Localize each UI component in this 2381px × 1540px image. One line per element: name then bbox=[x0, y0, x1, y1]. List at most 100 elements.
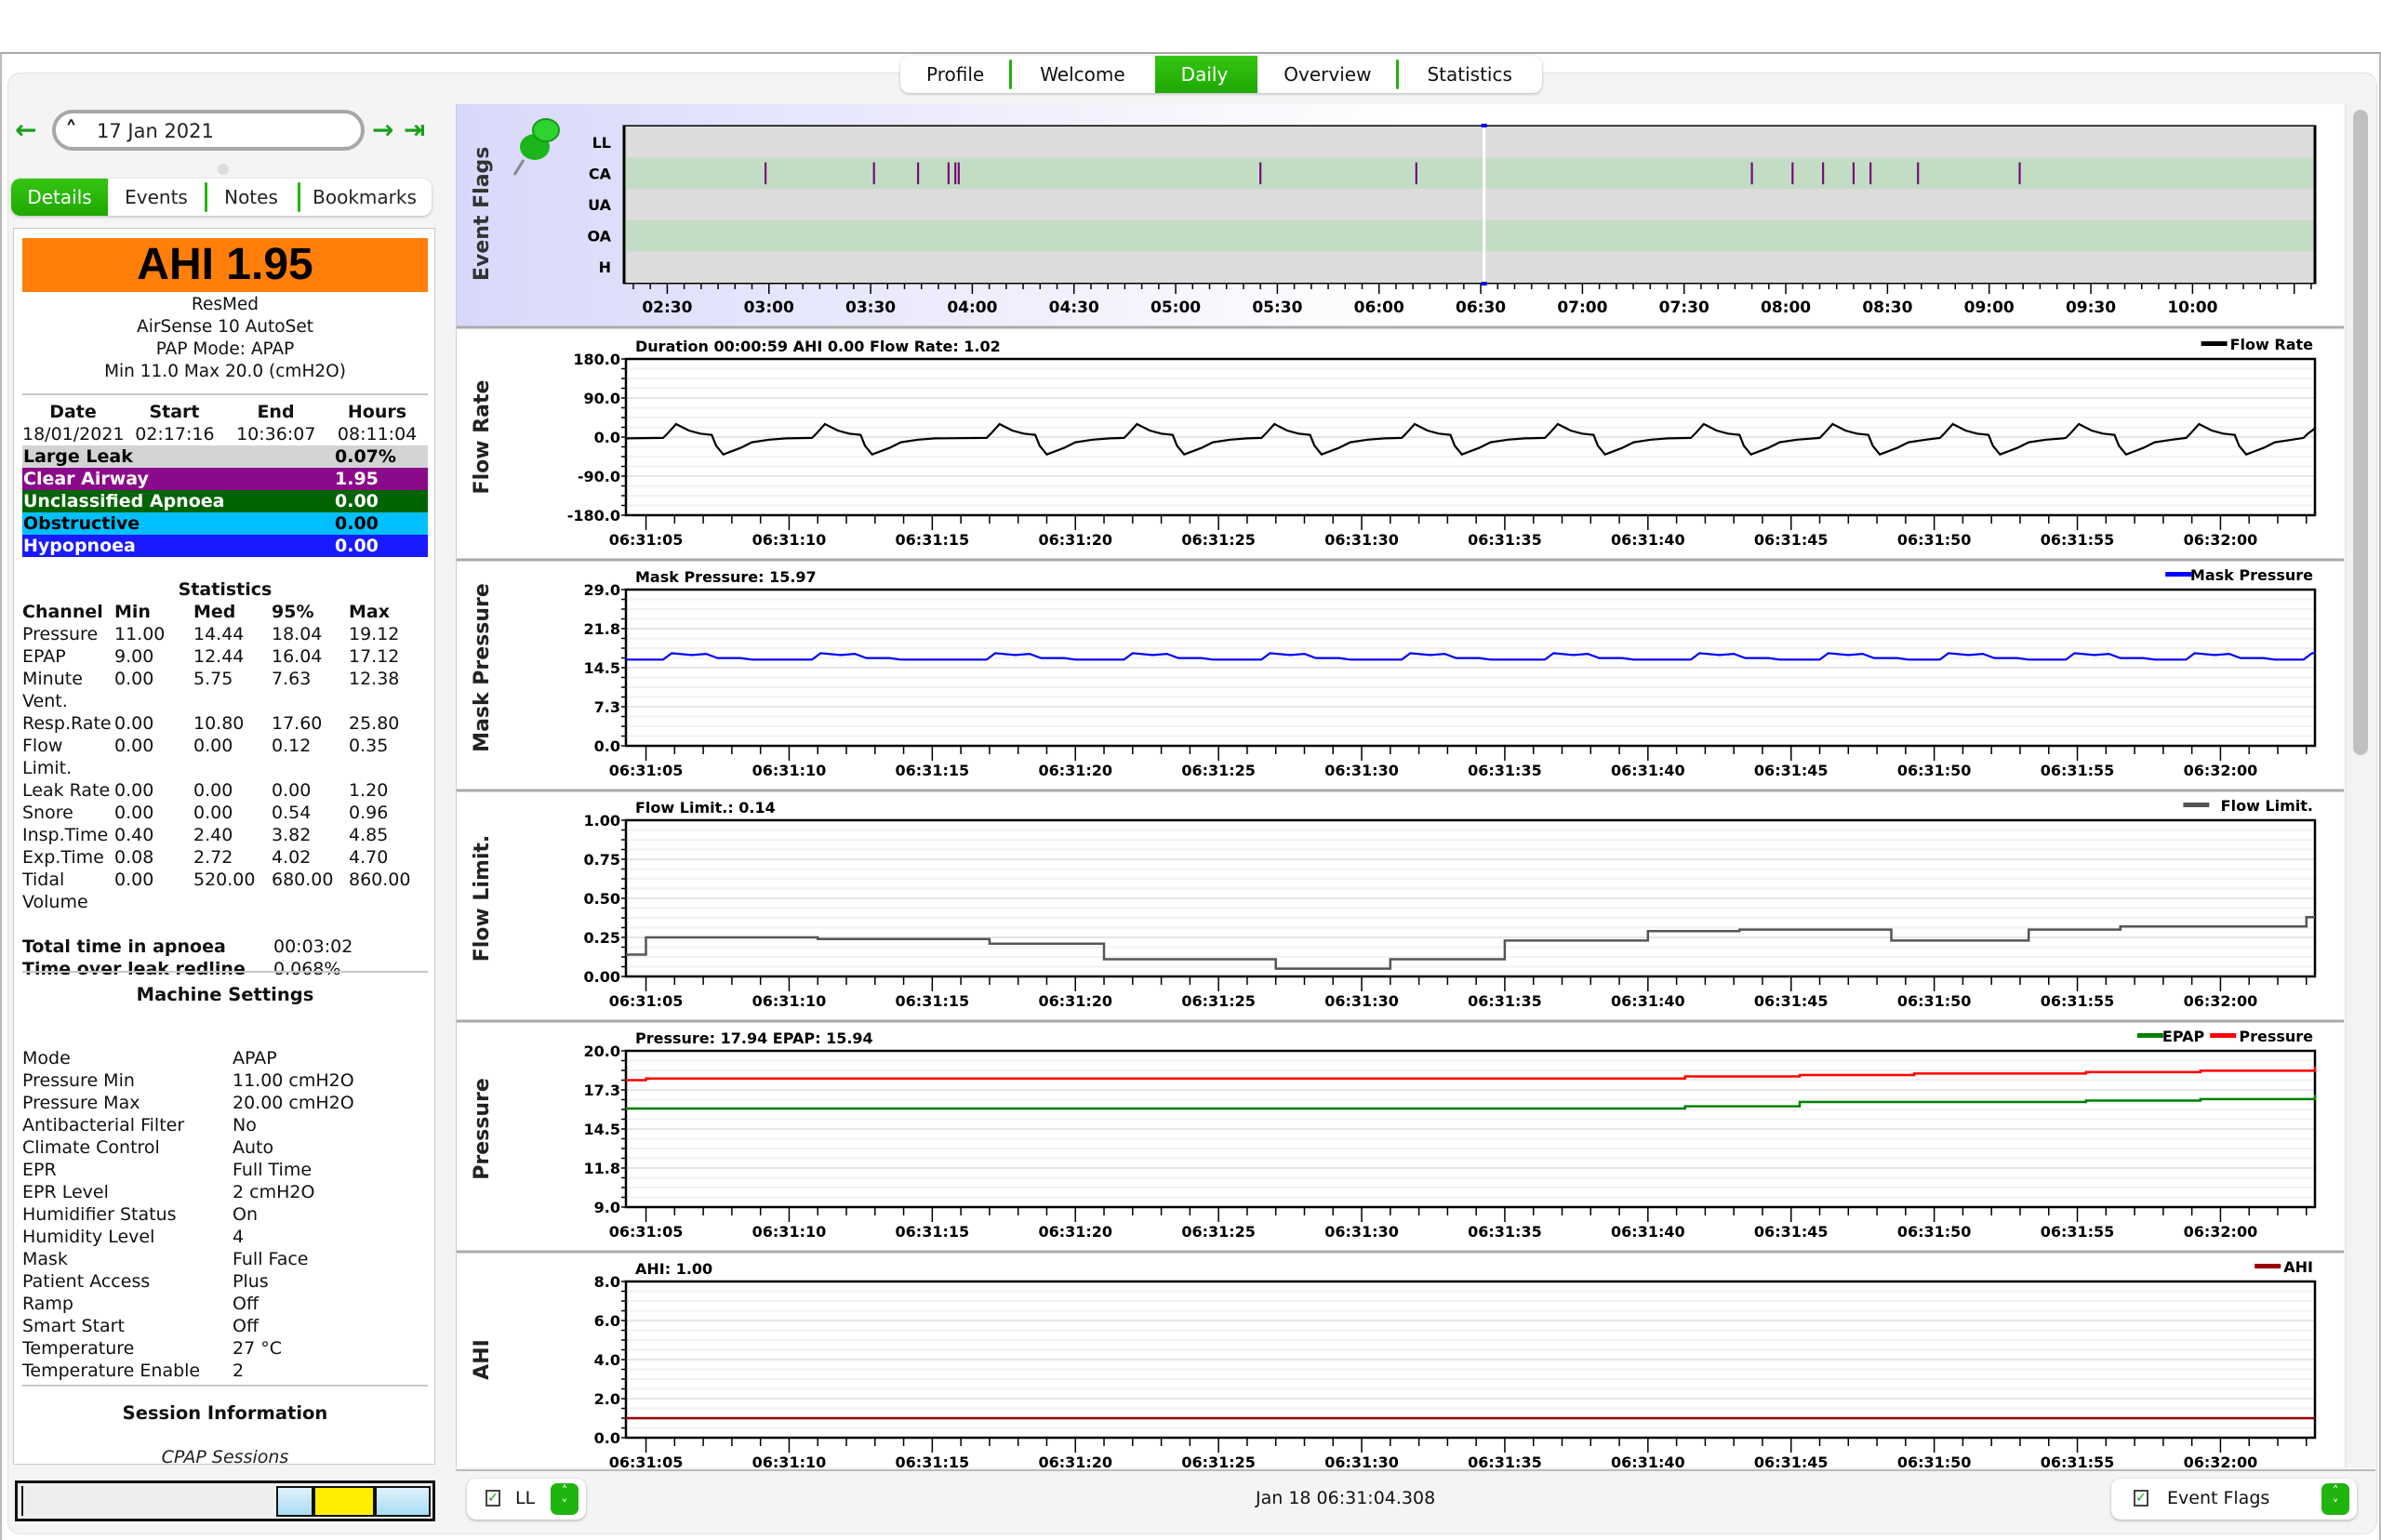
setting-label: Antibacterial Filter bbox=[22, 1115, 185, 1135]
setting-label: Pressure Max bbox=[22, 1093, 140, 1113]
stat-value: 5.75 bbox=[193, 669, 233, 689]
flag-row-label: LL bbox=[592, 134, 611, 152]
x-tick-label: 06:31:25 bbox=[1181, 992, 1256, 1010]
left-tab-bar: Details Events Notes Bookmarks bbox=[11, 179, 432, 216]
tab-statistics[interactable]: Statistics bbox=[1401, 56, 1541, 93]
event-value: 0.00 bbox=[335, 513, 379, 534]
splitter-handle[interactable] bbox=[218, 164, 229, 175]
x-tick-label: 06:31:15 bbox=[896, 1223, 970, 1241]
arrow-to-end-icon[interactable]: ⇥ bbox=[404, 117, 425, 143]
x-tick-label: 06:31:45 bbox=[1754, 1223, 1829, 1241]
setting-value: 11.00 cmH2O bbox=[233, 1070, 354, 1091]
flag-row-band bbox=[625, 251, 2314, 283]
y-tick-label: -180.0 bbox=[567, 507, 620, 524]
y-tick-label: 20.0 bbox=[584, 1042, 620, 1060]
event-label: Large Leak bbox=[23, 446, 133, 467]
graph-combo-label: Event Flags bbox=[2167, 1488, 2270, 1508]
setting-label: Mask bbox=[22, 1249, 68, 1269]
scrollbar-thumb[interactable] bbox=[2353, 110, 2368, 755]
setting-label: Mode bbox=[22, 1048, 71, 1069]
setting-value: On bbox=[233, 1204, 258, 1225]
x-tick-label: 06:31:40 bbox=[1611, 1454, 1685, 1467]
session-segment[interactable] bbox=[276, 1486, 313, 1517]
flag-row-label: OA bbox=[587, 228, 611, 246]
x-tick-label: 05:00 bbox=[1151, 299, 1201, 317]
channel-name: Pressure bbox=[22, 624, 99, 644]
tab-overview[interactable]: Overview bbox=[1257, 56, 1401, 93]
stat-value: 25.80 bbox=[349, 713, 400, 734]
tab-details[interactable]: Details bbox=[11, 179, 108, 216]
pressure-range: Min 11.0 Max 20.0 (cmH2O) bbox=[104, 362, 346, 381]
stat-value: 1.20 bbox=[349, 780, 389, 801]
x-tick-label: 06:31:05 bbox=[609, 531, 684, 549]
tab-bookmarks[interactable]: Bookmarks bbox=[298, 179, 432, 216]
chart-header: Pressure: 17.94 EPAP: 15.94 bbox=[635, 1029, 873, 1047]
stat-value: 17.60 bbox=[272, 713, 323, 734]
graph-combo-right[interactable]: ✓ Event Flags ˄ ˅ bbox=[2111, 1479, 2357, 1520]
layer-combo-left[interactable]: ✓ LL ˄ ˅ bbox=[467, 1479, 586, 1520]
machine-setting-row: EPR Level 2 cmH2O bbox=[22, 1181, 428, 1203]
chart-panel-bg bbox=[457, 562, 2344, 789]
stat-value: 0.00 bbox=[272, 780, 312, 801]
flag-row-label: UA bbox=[588, 196, 612, 214]
x-tick-label: 06:31:40 bbox=[1611, 992, 1685, 1010]
calendar-toggle-icon[interactable]: ˄ bbox=[65, 117, 77, 145]
y-tick-label: 21.8 bbox=[584, 620, 620, 638]
stat-value: 0.00 bbox=[114, 669, 154, 689]
machine-setting-row: Pressure Min 11.00 cmH2O bbox=[22, 1069, 428, 1092]
tab-welcome[interactable]: Welcome bbox=[1014, 56, 1154, 93]
x-tick-label: 06:31:20 bbox=[1038, 762, 1112, 779]
channel-name: Snore bbox=[22, 803, 73, 823]
legend-swatch bbox=[2165, 572, 2192, 577]
top-tab-bar: Profile Welcome Daily Overview Statistic… bbox=[900, 56, 1542, 93]
flag-row-band bbox=[625, 126, 2314, 158]
graphs-canvas[interactable]: Event Flags LL CA UA OA H 02:30 03:00 03:30 04:00… bbox=[457, 104, 2344, 1467]
x-tick-label: 06:31:55 bbox=[2041, 762, 2115, 779]
legend-label: Flow Limit. bbox=[2221, 797, 2313, 815]
y-tick-label: 0.00 bbox=[584, 968, 620, 986]
session-end: 10:36:07 bbox=[236, 424, 316, 445]
header-start: Start bbox=[149, 402, 200, 422]
event-label: Obstructive bbox=[23, 513, 140, 534]
channel-name: Minute Vent. bbox=[22, 669, 83, 711]
stat-value: 0.00 bbox=[114, 803, 154, 823]
event-index-row: Clear Airway 1.95 bbox=[22, 468, 428, 490]
tab-profile[interactable]: Profile bbox=[900, 56, 1014, 93]
session-segment[interactable] bbox=[375, 1486, 431, 1517]
chart-title: AHI bbox=[471, 1339, 494, 1380]
y-tick-label: 0.50 bbox=[584, 890, 620, 908]
tab-events[interactable]: Events bbox=[108, 179, 205, 216]
y-tick-label: 4.0 bbox=[594, 1351, 620, 1369]
y-tick-label: 11.8 bbox=[584, 1160, 620, 1177]
details-panel: AHI 1.95 ResMed AirSense 10 AutoSet PAP … bbox=[13, 228, 435, 1465]
legend-swatch bbox=[2201, 341, 2228, 346]
setting-label: Smart Start bbox=[22, 1316, 125, 1336]
arrow-left-icon[interactable]: ← bbox=[15, 117, 36, 143]
tab-notes[interactable]: Notes bbox=[205, 179, 298, 216]
event-index-list: Large Leak 0.07% Clear Airway 1.95 Unclassif… bbox=[22, 445, 428, 557]
date-picker[interactable]: ˄ 17 Jan 2021 bbox=[52, 110, 365, 151]
stat-value: 680.00 bbox=[272, 870, 334, 890]
y-tick-label: 90.0 bbox=[584, 390, 620, 407]
machine-setting-row: Temperature 27 °C bbox=[22, 1337, 428, 1360]
chart-header: Duration 00:00:59 AHI 0.00 Flow Rate: 1.… bbox=[635, 338, 1001, 355]
legend-swatch bbox=[2136, 1033, 2163, 1038]
arrow-right-icon[interactable]: → bbox=[372, 117, 393, 143]
stat-value: 0.00 bbox=[193, 736, 233, 756]
y-tick-label: 180.0 bbox=[573, 351, 620, 368]
updown-spinner-icon[interactable]: ˄ ˅ bbox=[551, 1483, 579, 1515]
session-timeline-bar[interactable] bbox=[15, 1480, 435, 1521]
x-tick-label: 06:31:15 bbox=[896, 1454, 970, 1467]
stat-value: 0.08 bbox=[114, 847, 154, 868]
setting-label: Humidity Level bbox=[22, 1227, 155, 1247]
statistics-rows: Pressure 11.00 14.44 18.04 19.12 EPAP 9.00 12.4… bbox=[22, 623, 428, 913]
checkbox-checked-icon[interactable]: ✓ bbox=[2134, 1490, 2148, 1507]
stat-value: 860.00 bbox=[349, 870, 411, 890]
session-segment-selected[interactable] bbox=[313, 1486, 375, 1517]
updown-spinner-icon[interactable]: ˄ ˅ bbox=[2321, 1483, 2349, 1515]
tab-daily[interactable]: Daily bbox=[1154, 56, 1258, 93]
x-tick-label: 04:30 bbox=[1049, 299, 1099, 317]
checkbox-checked-icon[interactable]: ✓ bbox=[486, 1490, 500, 1507]
stat-value: 4.70 bbox=[349, 847, 389, 868]
graph-scrollbar[interactable] bbox=[2346, 104, 2374, 1467]
